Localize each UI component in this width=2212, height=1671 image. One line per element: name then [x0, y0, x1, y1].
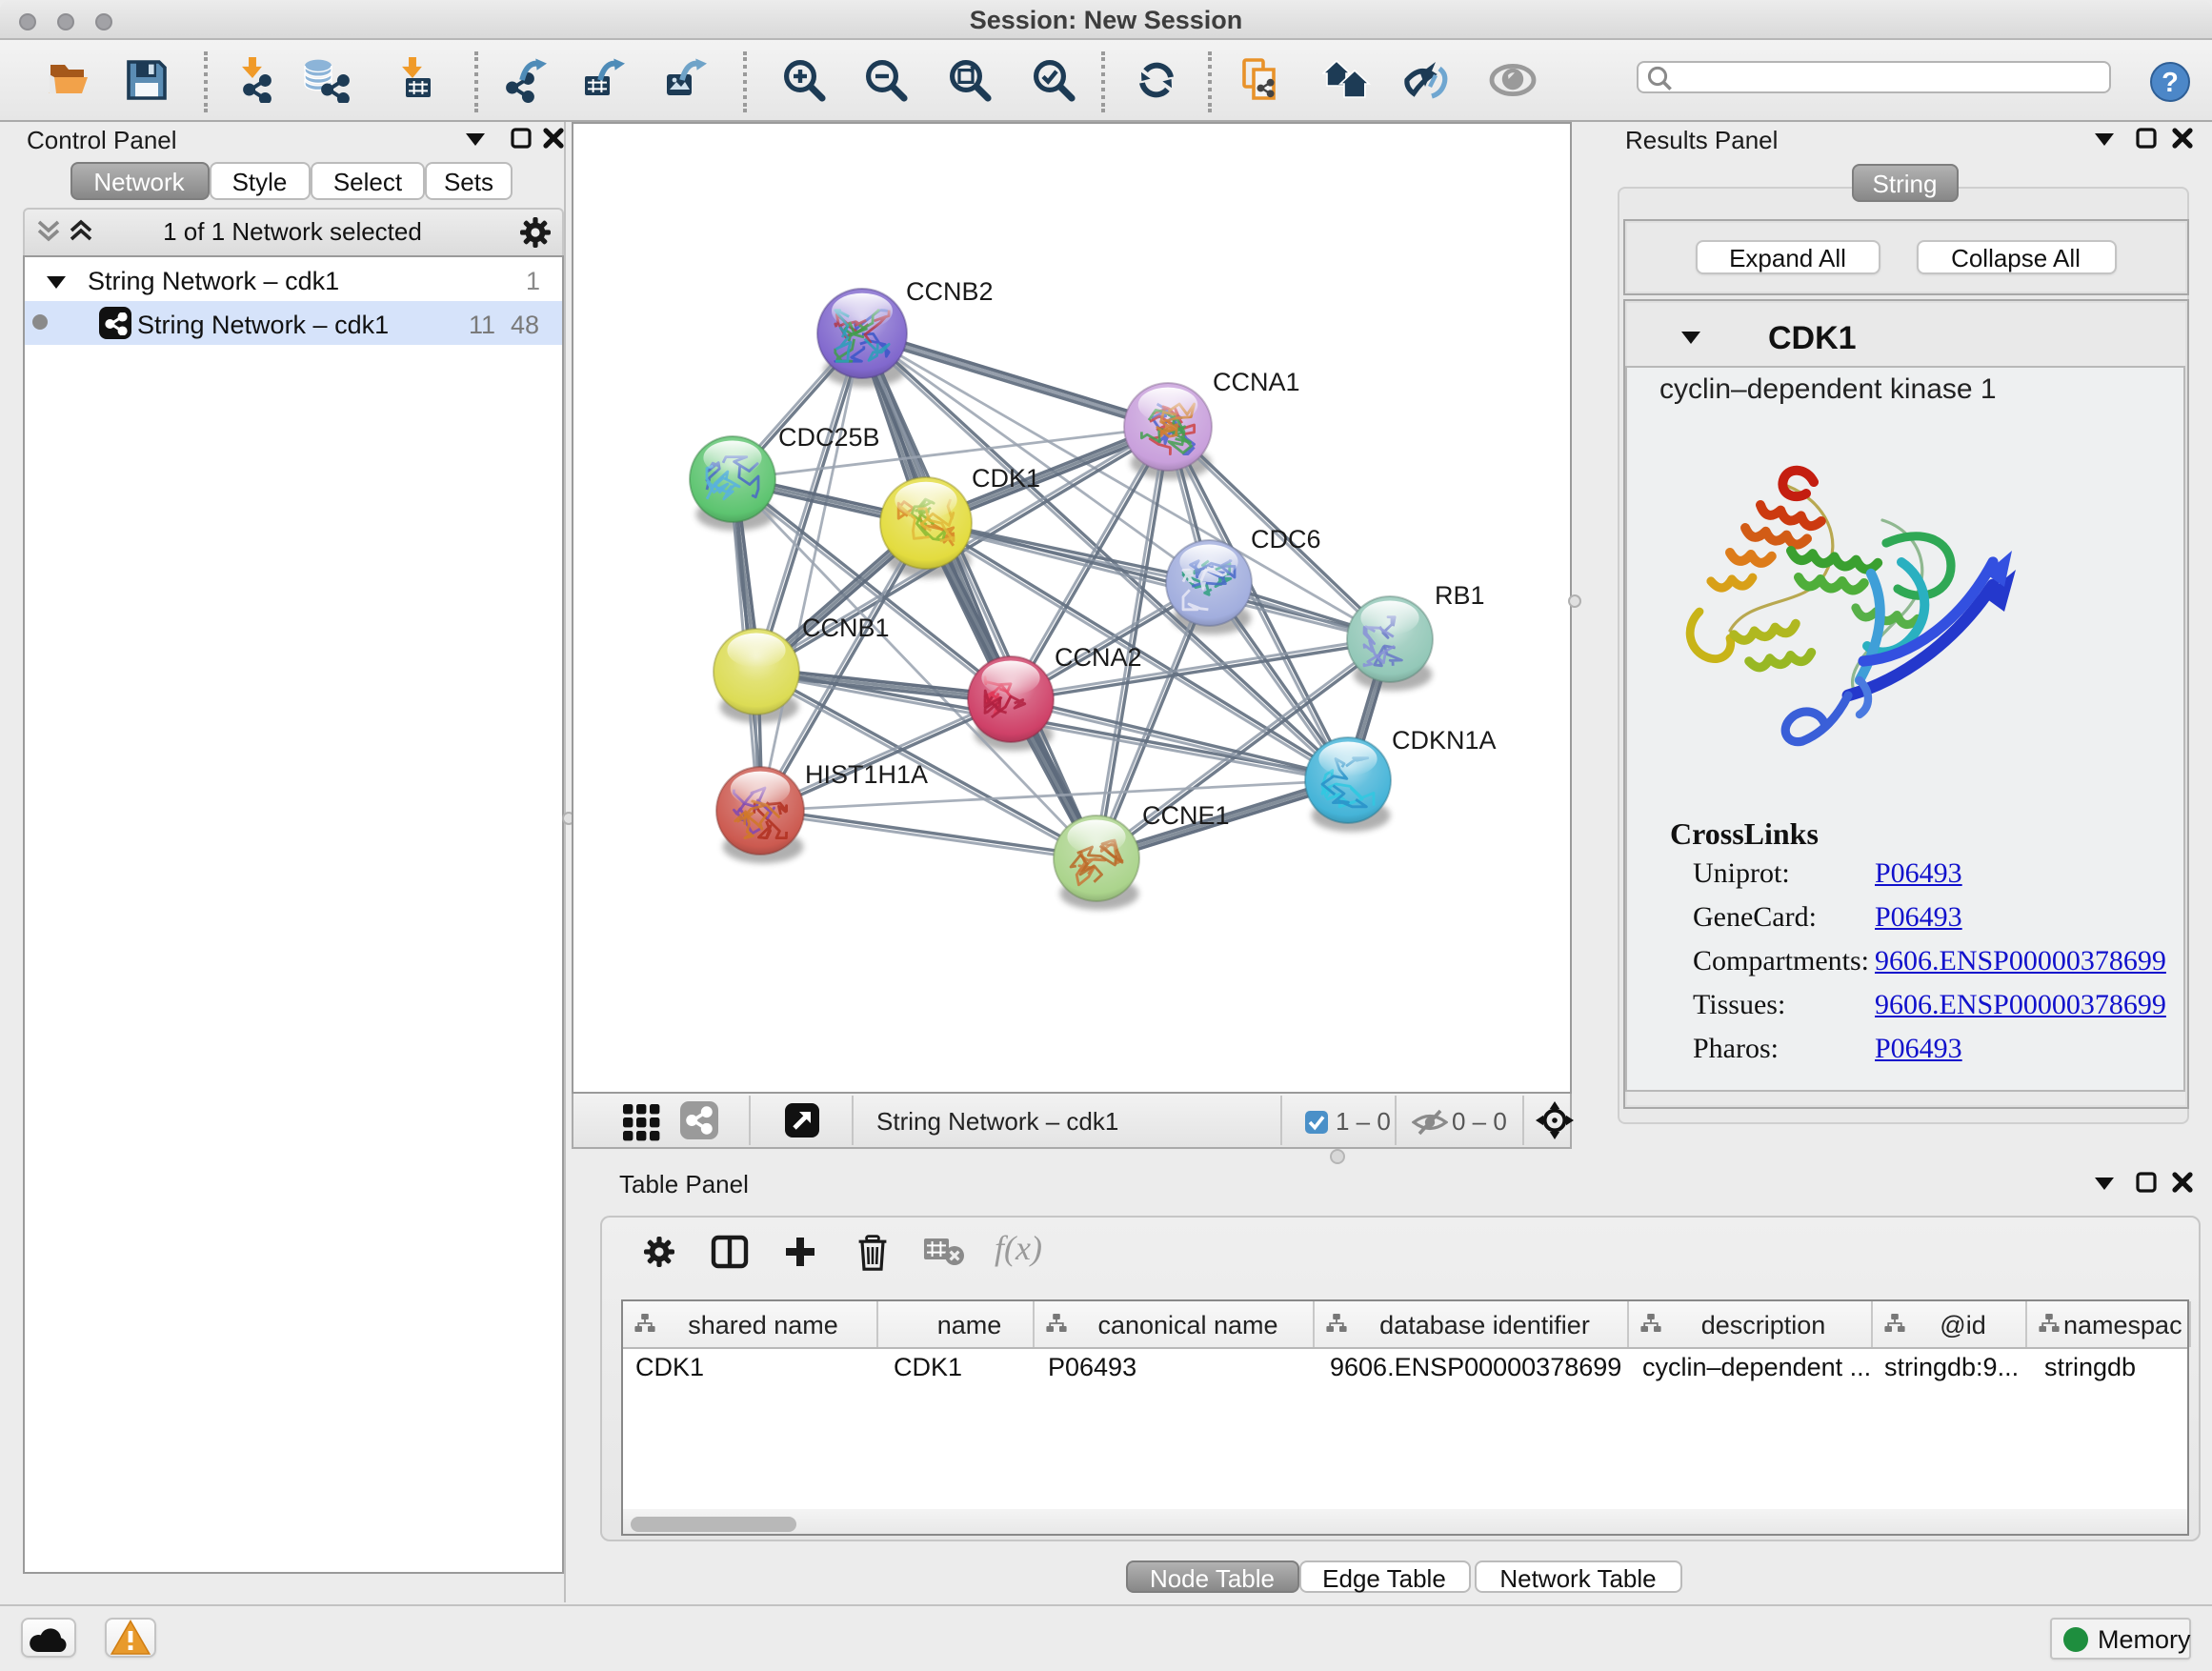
- svg-text:CCNB1: CCNB1: [802, 614, 890, 642]
- svg-text:HIST1H1A: HIST1H1A: [805, 760, 928, 789]
- svg-text:CDK1: CDK1: [972, 464, 1040, 493]
- svg-text:CDC6: CDC6: [1251, 525, 1321, 554]
- svg-text:CCNA1: CCNA1: [1213, 368, 1300, 396]
- svg-text:CDC25B: CDC25B: [778, 423, 880, 452]
- svg-text:CCNA2: CCNA2: [1055, 643, 1142, 672]
- svg-text:CCNE1: CCNE1: [1142, 801, 1230, 830]
- svg-text:CDKN1A: CDKN1A: [1392, 726, 1497, 755]
- svg-text:CCNB2: CCNB2: [906, 277, 994, 306]
- svg-text:?: ?: [2161, 67, 2178, 97]
- svg-text:RB1: RB1: [1435, 581, 1485, 610]
